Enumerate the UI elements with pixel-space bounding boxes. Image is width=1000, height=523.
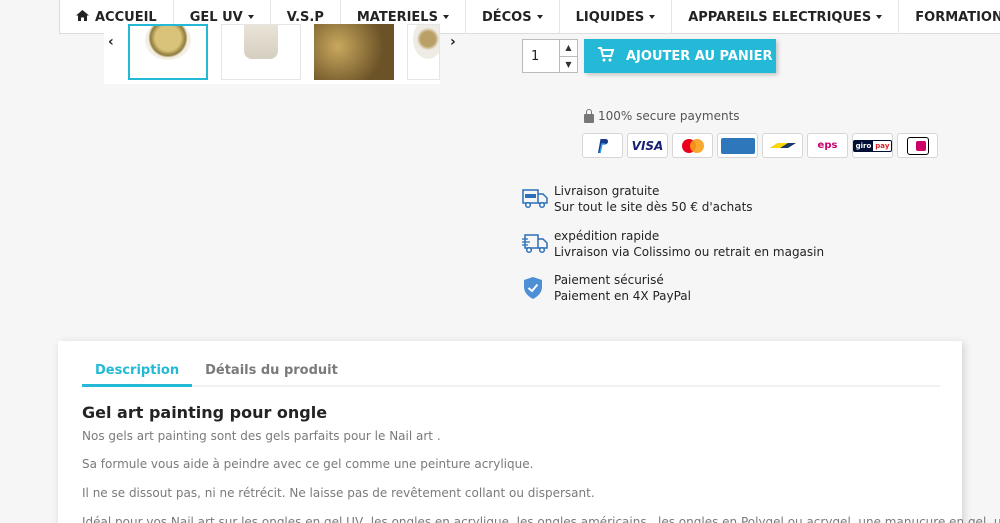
secure-payments: 100% secure payments xyxy=(584,108,740,123)
tab-description[interactable]: Description xyxy=(82,355,193,387)
description-paragraph: Sa formule vous aide à peindre avec ce g… xyxy=(82,457,534,471)
product-thumbnails: ‹ › xyxy=(104,24,456,84)
caret-down-icon xyxy=(649,15,656,19)
reassurance-secure-payment: Paiement sécurisé Paiement en 4X PayPal xyxy=(522,272,691,304)
visa-icon: VISA xyxy=(627,133,668,158)
caret-down-icon xyxy=(247,15,254,19)
visa-wordmark: VISA xyxy=(631,138,664,153)
thumbnail-jar-partial[interactable] xyxy=(407,24,440,80)
description-tabs: Description Détails du produit xyxy=(82,355,940,387)
previous-arrow-icon[interactable]: ‹ xyxy=(108,34,114,50)
eps-icon: eps xyxy=(807,133,848,158)
caret-down-icon xyxy=(876,15,883,19)
secure-payments-label: 100% secure payments xyxy=(598,109,740,123)
caret-down-icon xyxy=(442,15,449,19)
reassurance-text: Sur tout le site dès 50 € d'achats xyxy=(554,200,753,214)
description-paragraph: Il ne se dissout pas, ni ne rétrécit. Ne… xyxy=(82,486,595,500)
reassurance-title: Paiement sécurisé xyxy=(554,273,664,287)
reassurance-title: expédition rapide xyxy=(554,229,660,243)
reassurance-fast-shipping: expédition rapide Livraison via Colissim… xyxy=(522,228,824,260)
nav-item-decos[interactable]: DÉCOS xyxy=(466,0,560,34)
giropay-icon: giro pay xyxy=(852,133,893,158)
bancontact-icon xyxy=(762,133,803,158)
nav-label: GEL UV xyxy=(189,9,243,25)
free-shipping-truck-icon xyxy=(522,187,548,213)
next-arrow-icon[interactable]: › xyxy=(450,34,456,50)
giropay-wordmark: pay xyxy=(875,141,890,150)
nav-item-liquides[interactable]: LIQUIDES xyxy=(560,0,673,34)
thumbnail-glitter-texture[interactable] xyxy=(314,24,394,80)
lock-icon xyxy=(584,108,594,123)
nav-label: DÉCOS xyxy=(481,9,532,25)
thumbnail-gold-jar[interactable] xyxy=(128,24,208,80)
description-paragraph: Nos gels art painting sont des gels parf… xyxy=(82,429,441,443)
nav-item-formations[interactable]: FORMATIONS xyxy=(899,0,1000,34)
description-paragraph: Idéal pour vos Nail art sur les ongles e… xyxy=(82,515,1000,523)
payment-methods: VISA eps giro pay xyxy=(582,133,938,158)
home-icon xyxy=(76,9,89,25)
eps-wordmark: eps xyxy=(817,140,838,151)
mastercard-icon xyxy=(672,133,713,158)
nav-label: LIQUIDES xyxy=(575,9,645,25)
nav-label: APPAREILS ELECTRIQUES xyxy=(688,9,872,25)
reassurance-free-shipping: Livraison gratuite Sur tout le site dès … xyxy=(522,183,753,215)
reassurance-text: Paiement en 4X PayPal xyxy=(554,289,691,303)
nav-item-appareils-electriques[interactable]: APPAREILS ELECTRIQUES xyxy=(672,0,900,34)
american-express-icon xyxy=(717,133,758,158)
shield-check-icon xyxy=(522,276,548,302)
reassurance-title: Livraison gratuite xyxy=(554,184,660,198)
add-to-cart-button[interactable]: AJOUTER AU PANIER xyxy=(584,39,776,73)
nav-label: MATERIELS xyxy=(356,9,438,25)
increment-icon[interactable]: ▲ xyxy=(560,40,577,57)
add-to-cart-label: AJOUTER AU PANIER xyxy=(626,48,773,64)
product-description-panel: Description Détails du produit Gel art p… xyxy=(58,341,1000,523)
quantity-stepper[interactable]: 1 ▲ ▼ xyxy=(522,39,578,73)
tab-product-details[interactable]: Détails du produit xyxy=(192,355,351,387)
decrement-icon[interactable]: ▼ xyxy=(560,57,577,73)
description-title: Gel art painting pour ongle xyxy=(82,403,328,422)
ideal-icon xyxy=(897,133,938,158)
reassurance-text: Livraison via Colissimo ou retrait en ma… xyxy=(554,245,825,259)
nav-label: FORMATIONS xyxy=(915,9,1000,25)
giropay-wordmark: giro xyxy=(853,140,874,151)
cart-icon xyxy=(598,46,615,66)
caret-down-icon xyxy=(536,15,543,19)
nav-label: ACCUEIL xyxy=(95,9,157,25)
quantity-input[interactable]: 1 xyxy=(523,40,559,72)
paypal-icon xyxy=(582,133,623,158)
thumbnail-jar-side[interactable] xyxy=(221,24,301,80)
fast-delivery-truck-icon xyxy=(522,232,548,258)
nav-label: V.S.P xyxy=(286,9,324,25)
